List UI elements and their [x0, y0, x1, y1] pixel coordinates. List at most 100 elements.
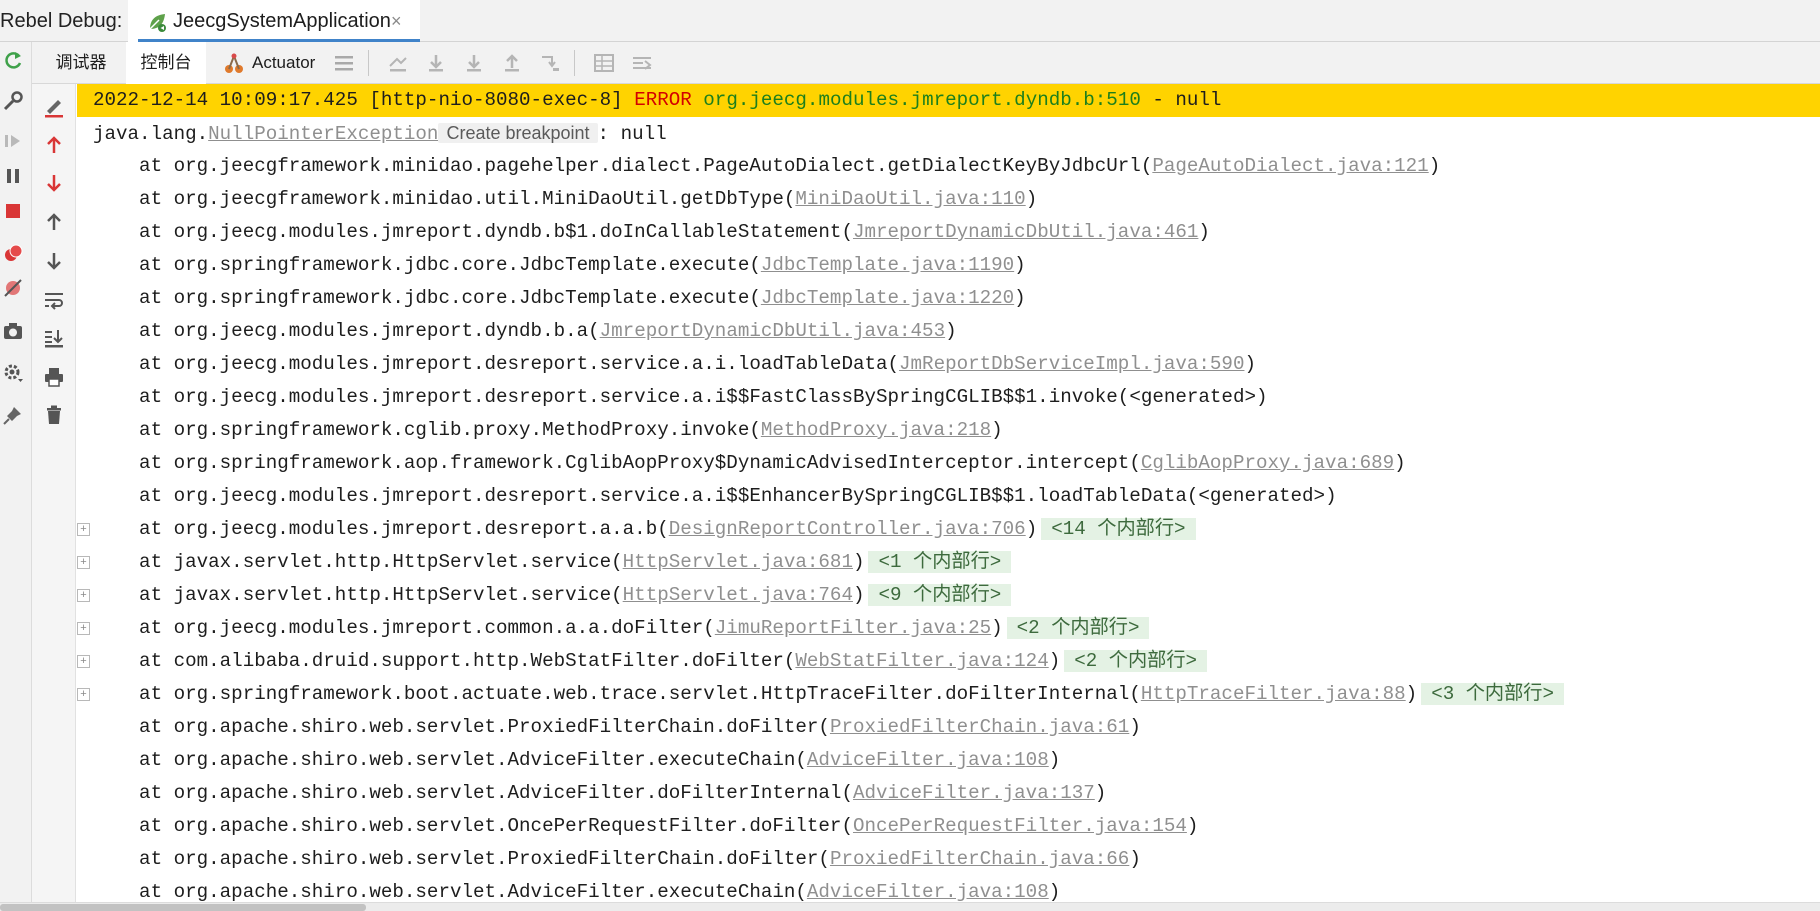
expand-fold-icon[interactable]: + [77, 589, 90, 602]
log-level: ERROR [634, 89, 692, 111]
stack-frame-line: at org.springframework.jdbc.core.JdbcTem… [93, 287, 1026, 309]
stack-frame-line: at org.jeecg.modules.jmreport.desreport.… [93, 353, 1256, 375]
stop-icon[interactable] [0, 198, 26, 224]
step-over-icon[interactable] [424, 51, 448, 75]
stack-frame-source-link[interactable]: ProxiedFilterChain.java:61 [830, 716, 1129, 738]
log-timestamp: 2022-12-14 10:09:17.425 [93, 89, 358, 111]
tab-debugger[interactable]: 调试器 [46, 42, 116, 84]
soft-wrap-icon[interactable] [41, 287, 67, 313]
rerun-icon[interactable] [0, 48, 26, 74]
stack-frame-method: com.alibaba.druid.support.http.WebStatFi… [173, 650, 784, 672]
clear-highlight-icon[interactable] [41, 94, 67, 120]
internal-lines-badge[interactable]: <2 个内部行> [1064, 650, 1208, 672]
stack-frame-line: at org.jeecg.modules.jmreport.dyndb.b$1.… [93, 221, 1210, 243]
internal-lines-badge[interactable]: <14 个内部行> [1041, 518, 1196, 540]
log-logger: org.jeecg.modules.jmreport.dyndb.b:510 [703, 89, 1141, 111]
stack-frame-source-link[interactable]: DesignReportController.java:706 [669, 518, 1026, 540]
trace-icon[interactable] [630, 51, 654, 75]
stack-frame-source-link[interactable]: HttpTraceFilter.java:88 [1141, 683, 1406, 705]
step-into-icon[interactable] [462, 51, 486, 75]
stack-frame-source-link[interactable]: JmReportDbServiceImpl.java:590 [899, 353, 1244, 375]
internal-lines-badge[interactable]: <9 个内部行> [868, 584, 1012, 606]
stack-frame-method: org.jeecgframework.minidao.util.MiniDaoU… [173, 188, 784, 210]
create-breakpoint-hint[interactable]: Create breakpoint [438, 123, 598, 143]
expand-fold-icon[interactable]: + [77, 523, 90, 536]
stack-frame-source-link[interactable]: HttpServlet.java:764 [623, 584, 853, 606]
spring-leaf-icon [146, 11, 168, 33]
scroll-to-end-icon[interactable] [41, 325, 67, 351]
stack-frame-source-link[interactable]: ProxiedFilterChain.java:66 [830, 848, 1129, 870]
stack-frame-line: at org.apache.shiro.web.servlet.ProxiedF… [93, 716, 1141, 738]
resume-icon[interactable] [0, 128, 26, 154]
stack-frame-source-link[interactable]: CglibAopProxy.java:689 [1141, 452, 1394, 474]
internal-lines-badge[interactable]: <3 个内部行> [1421, 683, 1564, 705]
actuator-icon [222, 51, 246, 75]
stack-frame-source-link[interactable]: AdviceFilter.java:137 [853, 782, 1095, 804]
menu-icon[interactable] [332, 51, 356, 75]
stack-frame-source-link[interactable]: AdviceFilter.java:108 [807, 749, 1049, 771]
internal-lines-badge[interactable]: <2 个内部行> [1006, 617, 1150, 639]
stack-frame-line: at org.jeecg.modules.jmreport.dyndb.b.a(… [93, 320, 957, 342]
view-breakpoints-icon[interactable] [0, 240, 26, 266]
stack-frame-source-link[interactable]: WebStatFilter.java:124 [795, 650, 1048, 672]
stack-frame-source-link[interactable]: JmreportDynamicDbUtil.java:453 [600, 320, 945, 342]
stack-frame-source-link[interactable]: PageAutoDialect.java:121 [1152, 155, 1428, 177]
stack-frame-source-link[interactable]: JdbcTemplate.java:1220 [761, 287, 1014, 309]
expand-fold-icon[interactable]: + [77, 622, 90, 635]
stack-frame-line: at org.apache.shiro.web.servlet.AdviceFi… [93, 782, 1107, 804]
stack-frame-line: at org.springframework.jdbc.core.JdbcTem… [93, 254, 1026, 276]
stack-frame-line: + at org.jeecg.modules.jmreport.common.a… [77, 612, 1820, 645]
stack-frame-line: at org.springframework.aop.framework.Cgl… [93, 452, 1406, 474]
stack-frame-method: org.apache.shiro.web.servlet.AdviceFilte… [173, 782, 842, 804]
close-tab-icon[interactable]: × [391, 11, 402, 32]
stack-frame-source-link[interactable]: MiniDaoUtil.java:110 [795, 188, 1025, 210]
pin-icon[interactable] [0, 402, 26, 428]
exception-prefix: java.lang. [93, 123, 209, 145]
trash-icon[interactable] [41, 402, 67, 428]
run-config-tab[interactable]: JeecgSystemApplication × [128, 0, 420, 42]
stack-frame-method: org.apache.shiro.web.servlet.ProxiedFilt… [173, 848, 819, 870]
tab-actuator[interactable]: Actuator [222, 42, 332, 84]
camera-icon[interactable] [0, 318, 26, 344]
stack-frame-line: at org.jeecgframework.minidao.util.MiniD… [93, 188, 1038, 210]
tab-console[interactable]: 控制台 [126, 42, 206, 84]
run-to-cursor-icon[interactable] [538, 51, 562, 75]
scrollbar-thumb[interactable] [0, 904, 366, 911]
log-thread: [http-nio-8080-exec-8] [369, 89, 623, 111]
down-red-arrow-icon[interactable] [41, 170, 67, 196]
stack-frame-method: org.jeecg.modules.jmreport.dyndb.b$1.doI… [173, 221, 842, 243]
wrench-icon[interactable] [0, 88, 26, 114]
down-arrow-icon[interactable] [41, 248, 67, 274]
stack-frame-method: org.jeecg.modules.jmreport.desreport.ser… [173, 386, 1118, 408]
expand-fold-icon[interactable]: + [77, 688, 90, 701]
stack-frame-generated: <generated> [1129, 386, 1256, 408]
stack-frame-line: + at org.springframework.boot.actuate.we… [77, 678, 1820, 711]
show-execution-point-icon[interactable] [386, 51, 410, 75]
step-out-icon[interactable] [500, 51, 524, 75]
exception-class-link[interactable]: NullPointerException [208, 123, 438, 145]
expand-fold-icon[interactable]: + [77, 655, 90, 668]
print-icon[interactable] [41, 364, 67, 390]
internal-lines-badge[interactable]: <1 个内部行> [868, 551, 1012, 573]
stack-frame-method: javax.servlet.http.HttpServlet.service [173, 551, 612, 573]
stack-frame-source-link[interactable]: JdbcTemplate.java:1190 [761, 254, 1014, 276]
expand-fold-icon[interactable]: + [77, 556, 90, 569]
stack-frame-line: at org.jeecg.modules.jmreport.desreport.… [93, 386, 1268, 408]
stack-frame-source-link[interactable]: JmreportDynamicDbUtil.java:461 [853, 221, 1198, 243]
up-red-arrow-icon[interactable] [41, 132, 67, 158]
stack-frame-source-link[interactable]: OncePerRequestFilter.java:154 [853, 815, 1187, 837]
stack-frame-source-link[interactable]: HttpServlet.java:681 [623, 551, 853, 573]
horizontal-scrollbar[interactable] [0, 902, 1820, 911]
stack-frame-source-link[interactable]: MethodProxy.java:218 [761, 419, 991, 441]
run-tab-label: JeecgSystemApplication [173, 10, 391, 32]
stack-frame-source-link[interactable]: JimuReportFilter.java:25 [715, 617, 991, 639]
pause-icon[interactable] [0, 163, 26, 189]
settings-icon[interactable] [0, 360, 26, 386]
evaluate-table-icon[interactable] [592, 51, 616, 75]
up-arrow-icon[interactable] [41, 209, 67, 235]
stack-frame-source-link[interactable]: AdviceFilter.java:108 [807, 881, 1049, 902]
mute-breakpoints-icon[interactable] [0, 275, 26, 301]
console-output[interactable]: 2022-12-14 10:09:17.425 [http-nio-8080-e… [77, 84, 1820, 902]
run-tool-window-header: Rebel Debug: JeecgSystemApplication × [0, 0, 1820, 42]
exception-line: java.lang.NullPointerException Create bre… [77, 117, 1820, 150]
